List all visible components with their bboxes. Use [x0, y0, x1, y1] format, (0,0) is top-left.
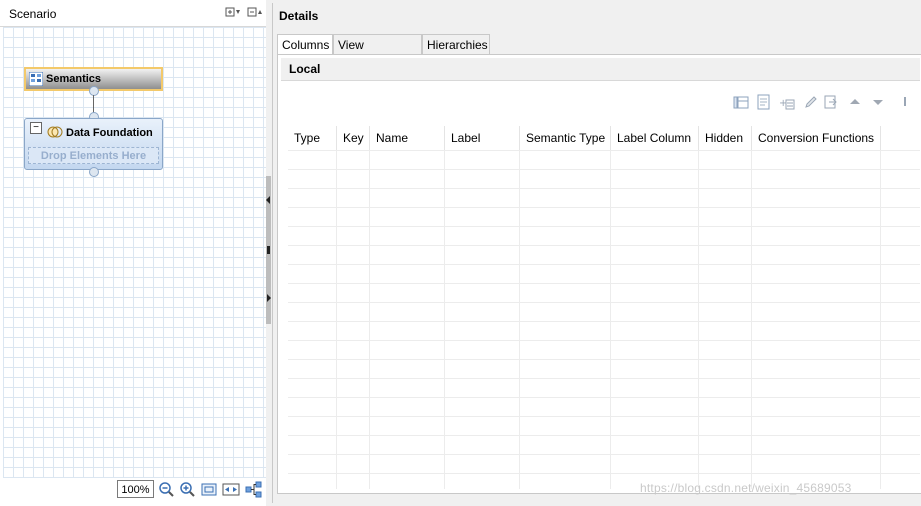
- column-header-name[interactable]: Name: [370, 126, 445, 150]
- semantics-label: Semantics: [46, 73, 102, 85]
- move-up-icon[interactable]: [847, 94, 863, 110]
- table-header: Type Key Name Label Semantic Type Label …: [288, 126, 920, 150]
- scenario-panel: Scenario Semantics − Data Foundation Dro…: [0, 0, 266, 506]
- watermark: https://blog.csdn.net/weixin_45689053: [640, 481, 852, 495]
- columns-toolbar: +: [281, 81, 920, 125]
- columns-tab-content: Local + Type Key Name Label Semantic Typ…: [277, 54, 921, 494]
- scenario-canvas[interactable]: [3, 27, 266, 478]
- tab-view-properties[interactable]: View Properties: [333, 34, 422, 72]
- drop-elements-text: Drop Elements Here: [40, 150, 147, 162]
- table-body[interactable]: [288, 150, 920, 489]
- more-actions-icon[interactable]: [898, 94, 914, 110]
- zoom-level-field[interactable]: 100%: [117, 480, 154, 498]
- column-header-type[interactable]: Type: [288, 126, 337, 150]
- fit-width-icon[interactable]: [222, 481, 240, 498]
- column-header-label[interactable]: Label: [445, 126, 520, 150]
- details-title: Details: [279, 9, 319, 23]
- column-header-hidden[interactable]: Hidden: [699, 126, 752, 150]
- data-foundation-label: Data Foundation: [66, 127, 153, 139]
- join-icon: [47, 126, 63, 138]
- semantics-output-port[interactable]: [89, 86, 99, 96]
- export-icon[interactable]: [823, 94, 839, 110]
- column-header-conversion-functions[interactable]: Conversion Functions: [752, 126, 881, 150]
- collapse-right-icon[interactable]: [266, 294, 271, 302]
- scenario-header: Scenario: [0, 0, 266, 27]
- calculated-column-icon[interactable]: +: [779, 94, 795, 110]
- semantics-icon: [28, 71, 44, 87]
- drop-elements-zone[interactable]: Drop Elements Here: [28, 147, 159, 164]
- tab-columns[interactable]: Columns: [277, 34, 333, 55]
- column-header-label-column[interactable]: Label Column: [611, 126, 699, 150]
- columns-table: Type Key Name Label Semantic Type Label …: [288, 126, 920, 489]
- expand-all-icon[interactable]: [225, 6, 241, 19]
- add-column-icon[interactable]: [733, 94, 749, 110]
- zoom-out-icon[interactable]: [158, 481, 176, 498]
- auto-layout-icon[interactable]: [245, 481, 263, 498]
- collapse-all-icon[interactable]: [247, 6, 263, 19]
- local-section-header: Local: [281, 58, 920, 81]
- fit-to-window-icon[interactable]: [200, 481, 218, 498]
- collapse-left-icon[interactable]: [266, 196, 271, 204]
- properties-icon[interactable]: [756, 94, 772, 110]
- data-foundation-node[interactable]: − Data Foundation Drop Elements Here: [24, 118, 163, 170]
- column-header-key[interactable]: Key: [337, 126, 370, 150]
- column-header-semantic-type[interactable]: Semantic Type: [520, 126, 611, 150]
- local-section-title: Local: [289, 62, 321, 76]
- scenario-title: Scenario: [9, 7, 57, 21]
- edit-icon[interactable]: [803, 94, 819, 110]
- details-panel: Details Columns View Properties Hierarch…: [272, 3, 921, 503]
- zoom-toolbar: 100%: [0, 478, 266, 506]
- collapse-toggle-icon[interactable]: −: [30, 122, 42, 134]
- zoom-in-icon[interactable]: [179, 481, 197, 498]
- splitter-grip-icon: [267, 246, 270, 254]
- data-foundation-output-port[interactable]: [89, 167, 99, 177]
- move-down-icon[interactable]: [870, 94, 886, 110]
- tab-hierarchies[interactable]: Hierarchies: [422, 34, 490, 54]
- node-link: [93, 95, 94, 113]
